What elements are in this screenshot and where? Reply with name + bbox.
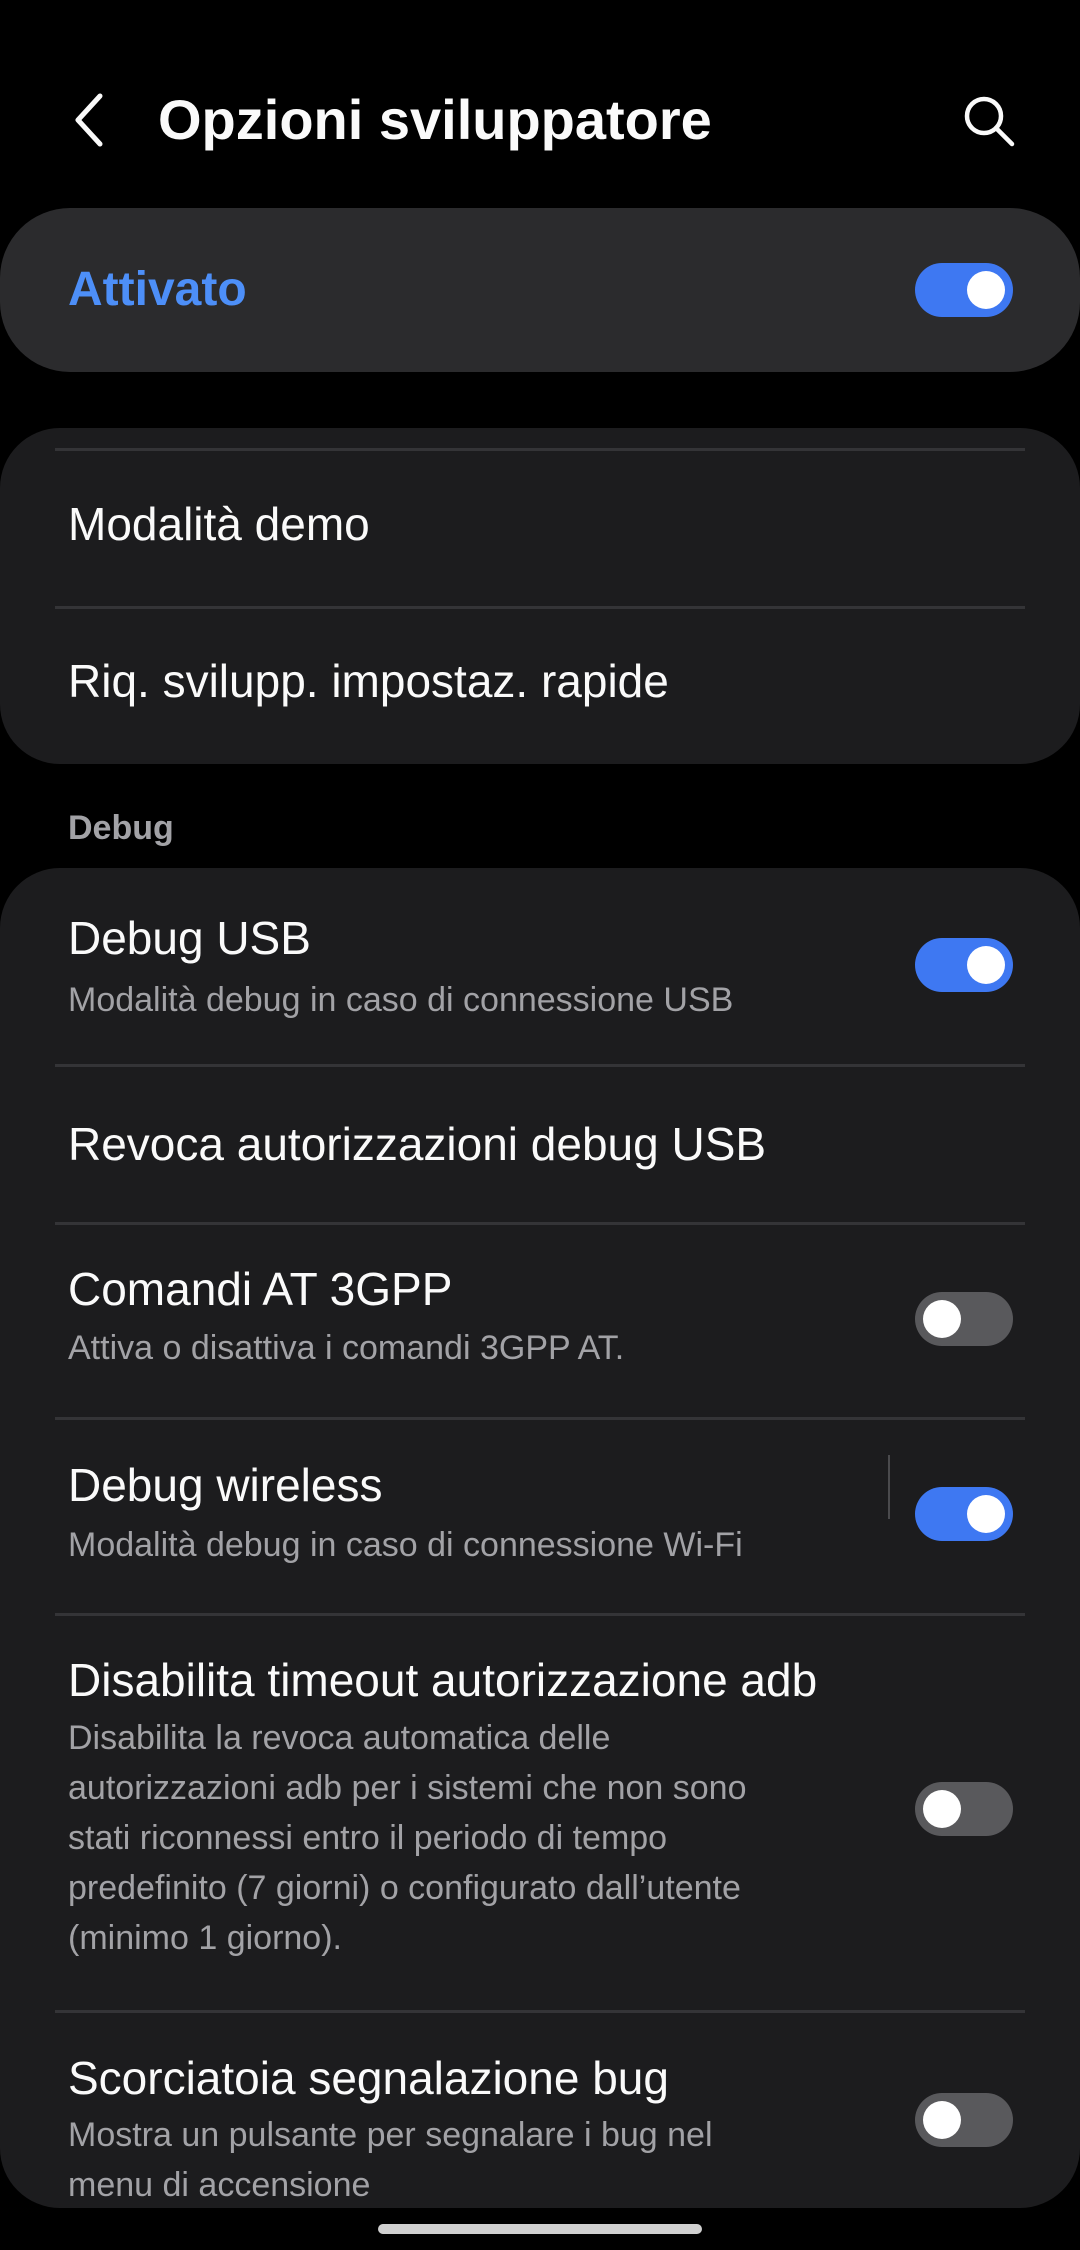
- list-item-subtitle-line: Mostra un pulsante per segnalare i bug n…: [68, 2116, 713, 2154]
- toggle-knob: [923, 1790, 961, 1828]
- list-item-revoke-usb-auth[interactable]: Revoca autorizzazioni debug USB: [0, 1067, 1080, 1222]
- list-item-subtitle: Modalità debug in caso di connessione US…: [68, 981, 734, 1019]
- 3gpp-at-toggle[interactable]: [915, 1292, 1013, 1346]
- vertical-separator: [888, 1455, 890, 1519]
- adb-auth-timeout-toggle[interactable]: [915, 1782, 1013, 1836]
- wireless-debugging-toggle[interactable]: [915, 1487, 1013, 1541]
- list-item-title: Comandi AT 3GPP: [68, 1263, 453, 1315]
- list-item-usb-debugging[interactable]: Debug USB Modalità debug in caso di conn…: [0, 868, 1080, 1064]
- list-item-title: Modalità demo: [68, 498, 370, 550]
- list-item-adb-auth-timeout[interactable]: Disabilita timeout autorizzazione adb Di…: [0, 1616, 1080, 2011]
- list-item-demo-mode[interactable]: Modalità demo: [0, 451, 1080, 608]
- debug-options-card: Debug USB Modalità debug in caso di conn…: [0, 868, 1080, 2208]
- list-item-title: Disabilita timeout autorizzazione adb: [68, 1654, 818, 1706]
- list-item-subtitle-line: predefinito (7 giorni) o configurato dal…: [68, 1869, 741, 1907]
- list-item-subtitle-line: (minimo 1 giorno).: [68, 1919, 342, 1957]
- list-item-title: Riq. svilupp. impostaz. rapide: [68, 655, 669, 707]
- master-switch-card[interactable]: Attivato: [0, 208, 1080, 372]
- list-item-subtitle-line: menu di accensione: [68, 2166, 371, 2204]
- section-header-debug: Debug: [68, 809, 174, 847]
- bug-report-shortcut-toggle[interactable]: [915, 2093, 1013, 2147]
- page-title: Opzioni sviluppatore: [158, 88, 712, 151]
- list-item-subtitle: Attiva o disattiva i comandi 3GPP AT.: [68, 1329, 625, 1367]
- toggle-knob: [967, 946, 1005, 984]
- usb-debugging-toggle[interactable]: [915, 938, 1013, 992]
- list-item-title: Scorciatoia segnalazione bug: [68, 2052, 669, 2104]
- toggle-knob: [923, 2101, 961, 2139]
- master-toggle[interactable]: [915, 263, 1013, 317]
- toggle-knob: [967, 1495, 1005, 1533]
- search-button[interactable]: [955, 87, 1023, 155]
- list-item-bug-report-shortcut[interactable]: Scorciatoia segnalazione bug Mostra un p…: [0, 2013, 1080, 2208]
- list-item-wireless-debugging[interactable]: Debug wireless Modalità debug in caso di…: [0, 1420, 1080, 1614]
- list-item-subtitle-line: Disabilita la revoca automatica delle: [68, 1719, 611, 1757]
- home-indicator[interactable]: [378, 2224, 702, 2234]
- list-item-subtitle-line: stati riconnessi entro il periodo di tem…: [68, 1819, 668, 1857]
- master-switch-label: Attivato: [68, 263, 247, 316]
- list-item-3gpp-at-commands[interactable]: Comandi AT 3GPP Attiva o disattiva i com…: [0, 1225, 1080, 1415]
- chevron-left-icon: [75, 93, 103, 147]
- toggle-knob: [923, 1300, 961, 1338]
- list-item-subtitle: Modalità debug in caso di connessione Wi…: [68, 1526, 743, 1564]
- back-button[interactable]: [58, 88, 122, 152]
- list-item-title: Revoca autorizzazioni debug USB: [68, 1118, 767, 1170]
- list-item-subtitle-line: autorizzazioni adb per i sistemi che non…: [68, 1769, 747, 1807]
- list-item-title: Debug USB: [68, 912, 311, 964]
- list-item-quick-settings-tiles[interactable]: Riq. svilupp. impostaz. rapide: [0, 609, 1080, 764]
- list-item-title: Debug wireless: [68, 1459, 383, 1511]
- toggle-knob: [967, 271, 1005, 309]
- app-bar: Opzioni sviluppatore: [0, 60, 1080, 180]
- search-icon: [964, 96, 1015, 147]
- general-options-card: Modalità demo Riq. svilupp. impostaz. ra…: [0, 428, 1080, 764]
